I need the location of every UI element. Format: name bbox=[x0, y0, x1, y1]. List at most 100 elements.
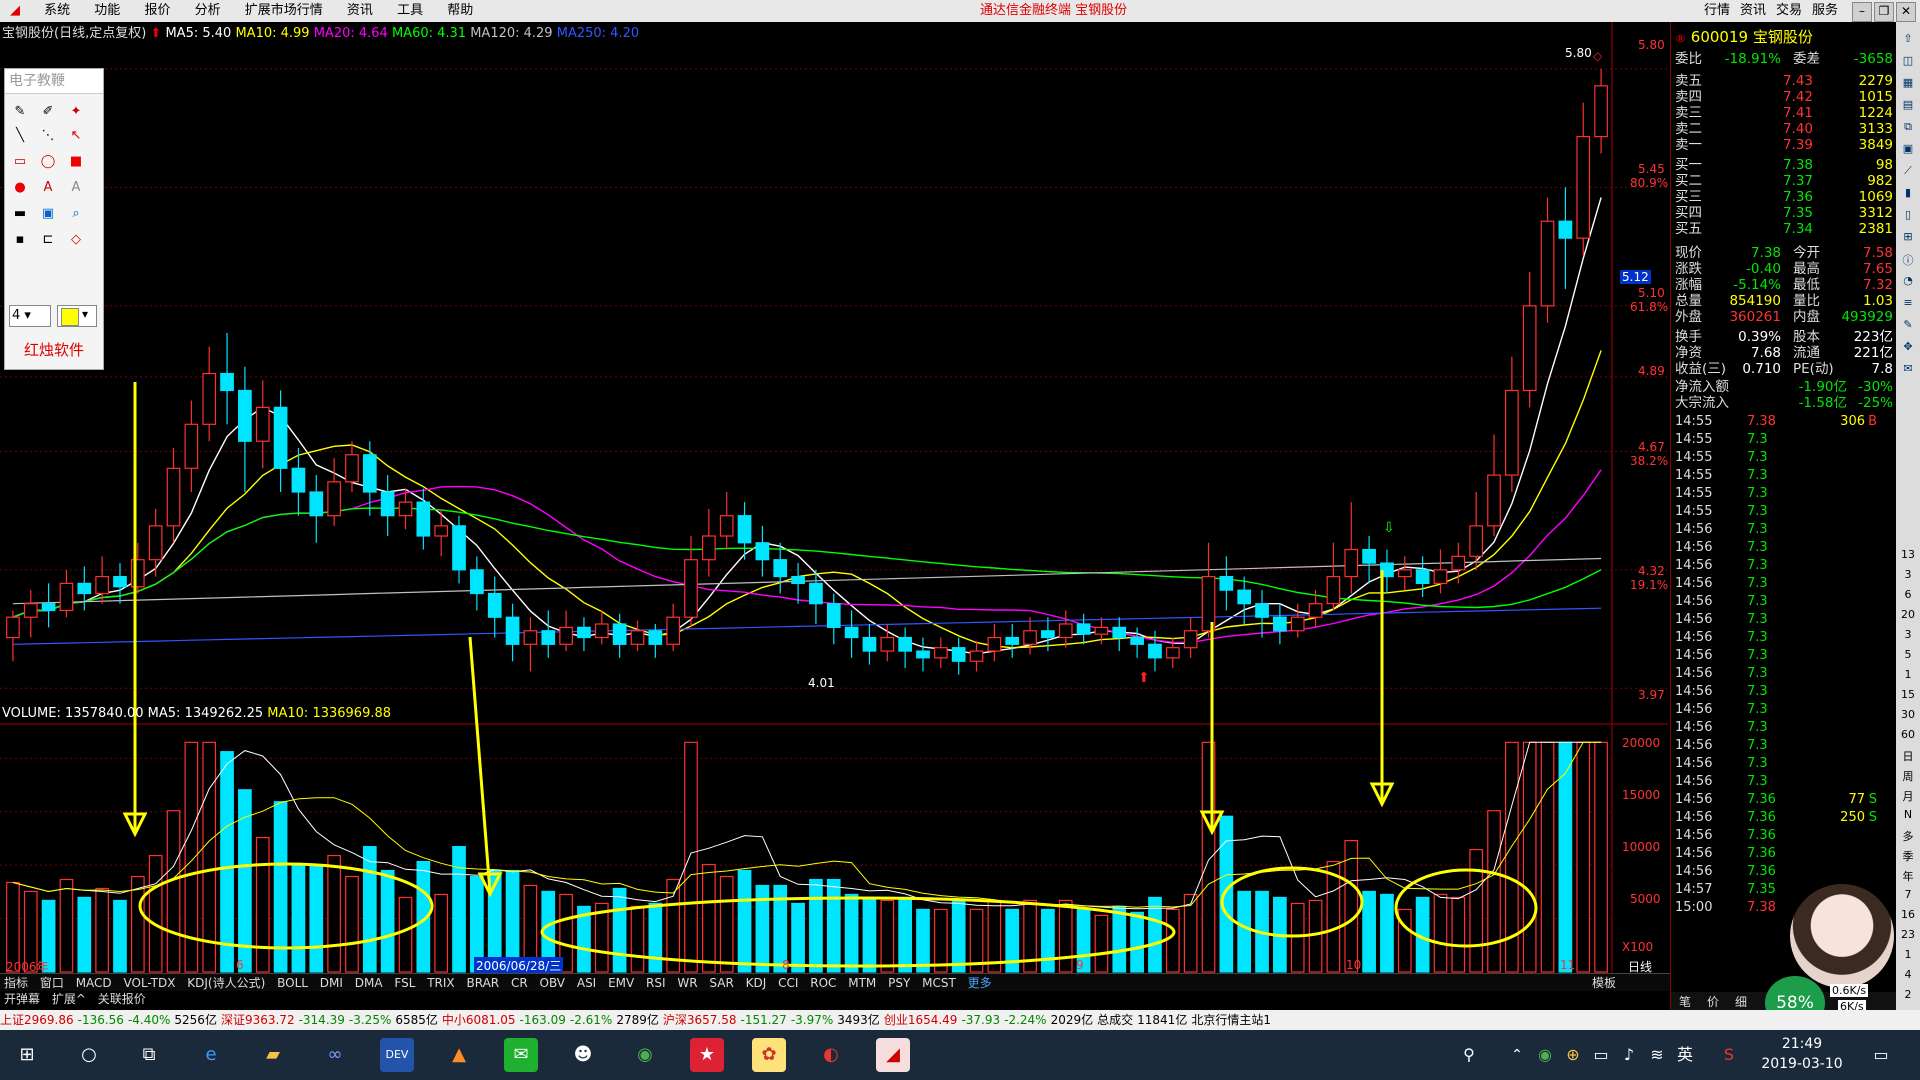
pen-icon[interactable]: ✐ bbox=[39, 103, 57, 121]
menu-function[interactable]: 功能 bbox=[84, 0, 130, 22]
side-layer-icon[interactable]: ⧉ bbox=[1898, 120, 1918, 138]
minimize-icon[interactable]: – bbox=[1852, 2, 1872, 22]
notification-icon[interactable]: ▭ bbox=[1864, 1038, 1898, 1072]
dash-line-icon[interactable]: ⋱ bbox=[39, 127, 57, 145]
edge-browser-icon[interactable]: e bbox=[194, 1038, 228, 1072]
task-view-icon[interactable]: ⧉ bbox=[132, 1038, 166, 1072]
tab-brar[interactable]: BRAR bbox=[462, 974, 503, 992]
dev-app-icon[interactable]: DEV bbox=[380, 1038, 414, 1072]
tab-boll[interactable]: BOLL bbox=[273, 974, 312, 992]
qq-icon[interactable]: ☻ bbox=[566, 1038, 600, 1072]
text-icon[interactable]: A bbox=[39, 179, 57, 197]
line-icon[interactable]: ╲ bbox=[11, 127, 29, 145]
side-grid-icon[interactable]: ▦ bbox=[1898, 76, 1918, 94]
tab-price[interactable]: 价 bbox=[1707, 993, 1719, 1010]
tab-market[interactable]: 行情 bbox=[1704, 0, 1730, 22]
side-chart-icon[interactable]: ◫ bbox=[1898, 54, 1918, 72]
restore-icon[interactable]: ❐ bbox=[1874, 2, 1894, 22]
windows-start-icon[interactable]: ⊞ bbox=[10, 1038, 44, 1072]
chrome-icon[interactable]: ◉ bbox=[628, 1038, 662, 1072]
red-app-icon[interactable]: ◐ bbox=[814, 1038, 848, 1072]
matlab-icon[interactable]: ▲ bbox=[442, 1038, 476, 1072]
font-size-icon[interactable]: A bbox=[67, 179, 85, 197]
tab-rsi[interactable]: RSI bbox=[642, 974, 670, 992]
side-table-icon[interactable]: ▤ bbox=[1898, 98, 1918, 116]
open-folder-icon[interactable]: ⊏ bbox=[39, 231, 57, 249]
tab-cci[interactable]: CCI bbox=[774, 974, 802, 992]
eraser-icon[interactable]: ✎ bbox=[11, 103, 29, 121]
side-pie-icon[interactable]: ◔ bbox=[1898, 274, 1918, 292]
tab-trix[interactable]: TRIX bbox=[423, 974, 458, 992]
app-logo-icon[interactable]: ◢ bbox=[0, 0, 30, 22]
tab-macd[interactable]: MACD bbox=[72, 974, 116, 992]
tab-mcst[interactable]: MCST bbox=[918, 974, 960, 992]
clear-icon[interactable]: ◇ bbox=[67, 231, 85, 249]
draw-toolbar[interactable]: 电子教鞭 ✎ ✐ ✦ ╲ ⋱ ↖ ▭ ◯ ■ ● A A ▬ ▣ ⌕ ▪ ⊏ ◇… bbox=[4, 68, 104, 370]
tab-dmi[interactable]: DMI bbox=[316, 974, 347, 992]
tab-template[interactable]: 模板 bbox=[1588, 974, 1620, 992]
menu-help[interactable]: 帮助 bbox=[437, 0, 483, 22]
side-period-item[interactable]: 多 bbox=[1898, 828, 1918, 846]
menu-analysis[interactable]: 分析 bbox=[185, 0, 231, 22]
side-period-item[interactable]: 2 bbox=[1898, 988, 1918, 1006]
color-select[interactable]: ▾ bbox=[57, 305, 97, 327]
tab-roc[interactable]: ROC bbox=[806, 974, 840, 992]
menu-tools[interactable]: 工具 bbox=[387, 0, 433, 22]
side-period-item[interactable]: 1 bbox=[1898, 668, 1918, 686]
side-candle-icon[interactable]: ▯ bbox=[1898, 208, 1918, 226]
tab-window[interactable]: 窗口 bbox=[36, 974, 68, 992]
menu-system[interactable]: 系统 bbox=[34, 0, 80, 22]
search-icon[interactable]: ○ bbox=[72, 1038, 106, 1072]
tab-wr[interactable]: WR bbox=[673, 974, 701, 992]
side-period-item[interactable]: 月 bbox=[1898, 788, 1918, 806]
tab-news[interactable]: 资讯 bbox=[1740, 0, 1766, 22]
side-period-item[interactable]: 16 bbox=[1898, 908, 1918, 926]
paint-app-icon[interactable]: ✿ bbox=[752, 1038, 786, 1072]
tab-sar[interactable]: SAR bbox=[705, 974, 737, 992]
side-period-item[interactable]: 3 bbox=[1898, 628, 1918, 646]
tab-obv[interactable]: OBV bbox=[536, 974, 570, 992]
side-info-icon[interactable]: ⓘ bbox=[1898, 252, 1918, 270]
tab-service[interactable]: 服务 bbox=[1812, 0, 1838, 22]
sell-level-1[interactable]: 卖一 7.39 3849 bbox=[1675, 136, 1893, 155]
tab-emv[interactable]: EMV bbox=[604, 974, 638, 992]
side-period-item[interactable]: 6 bbox=[1898, 588, 1918, 606]
filled-rect-icon[interactable]: ■ bbox=[67, 153, 85, 171]
line-width-select[interactable]: 4 ▾ bbox=[9, 305, 51, 327]
extend-toggle[interactable]: 扩展^ bbox=[48, 991, 90, 1007]
tab-asi[interactable]: ASI bbox=[573, 974, 600, 992]
tdx-app-icon[interactable]: ◢ bbox=[876, 1038, 910, 1072]
ime-indicator[interactable]: 英 bbox=[1668, 1038, 1702, 1072]
assistant-avatar[interactable] bbox=[1790, 884, 1894, 988]
infinity-app-icon[interactable]: ∞ bbox=[318, 1038, 352, 1072]
side-period-item[interactable]: 1 bbox=[1898, 948, 1918, 966]
tab-kdj[interactable]: KDJ bbox=[742, 974, 771, 992]
side-period-item[interactable]: 13 bbox=[1898, 548, 1918, 566]
menu-extended-market[interactable]: 扩展市场行情 bbox=[235, 0, 333, 22]
tab-kdj-poet[interactable]: KDJ(诗人公式) bbox=[183, 974, 269, 992]
tab-trades[interactable]: 笔 bbox=[1679, 993, 1691, 1010]
side-period-item[interactable]: 3 bbox=[1898, 568, 1918, 586]
side-period-item[interactable]: 年 bbox=[1898, 868, 1918, 886]
side-compass-icon[interactable]: ✥ bbox=[1898, 340, 1918, 358]
side-period-item[interactable]: 日 bbox=[1898, 748, 1918, 766]
filled-ellipse-icon[interactable]: ● bbox=[11, 179, 29, 197]
side-bar-icon[interactable]: ▮ bbox=[1898, 186, 1918, 204]
side-period-item[interactable]: 15 bbox=[1898, 688, 1918, 706]
side-period-item[interactable]: 4 bbox=[1898, 968, 1918, 986]
side-period-item[interactable]: 季 bbox=[1898, 848, 1918, 866]
tab-fsl[interactable]: FSL bbox=[390, 974, 419, 992]
sogou-icon[interactable]: S bbox=[1712, 1038, 1746, 1072]
tab-cr[interactable]: CR bbox=[507, 974, 532, 992]
tab-psy[interactable]: PSY bbox=[884, 974, 914, 992]
people-icon[interactable]: ⚲ bbox=[1452, 1038, 1486, 1072]
menu-quote[interactable]: 报价 bbox=[134, 0, 180, 22]
side-period-item[interactable]: 60 bbox=[1898, 728, 1918, 746]
tab-trade[interactable]: 交易 bbox=[1776, 0, 1802, 22]
rectangle-icon[interactable]: ▭ bbox=[11, 153, 29, 171]
side-period-item[interactable]: 周 bbox=[1898, 768, 1918, 786]
menu-news[interactable]: 资讯 bbox=[337, 0, 383, 22]
tab-dma[interactable]: DMA bbox=[351, 974, 387, 992]
side-news-icon[interactable]: ✉ bbox=[1898, 362, 1918, 380]
brush-icon[interactable]: ✦ bbox=[67, 103, 85, 121]
